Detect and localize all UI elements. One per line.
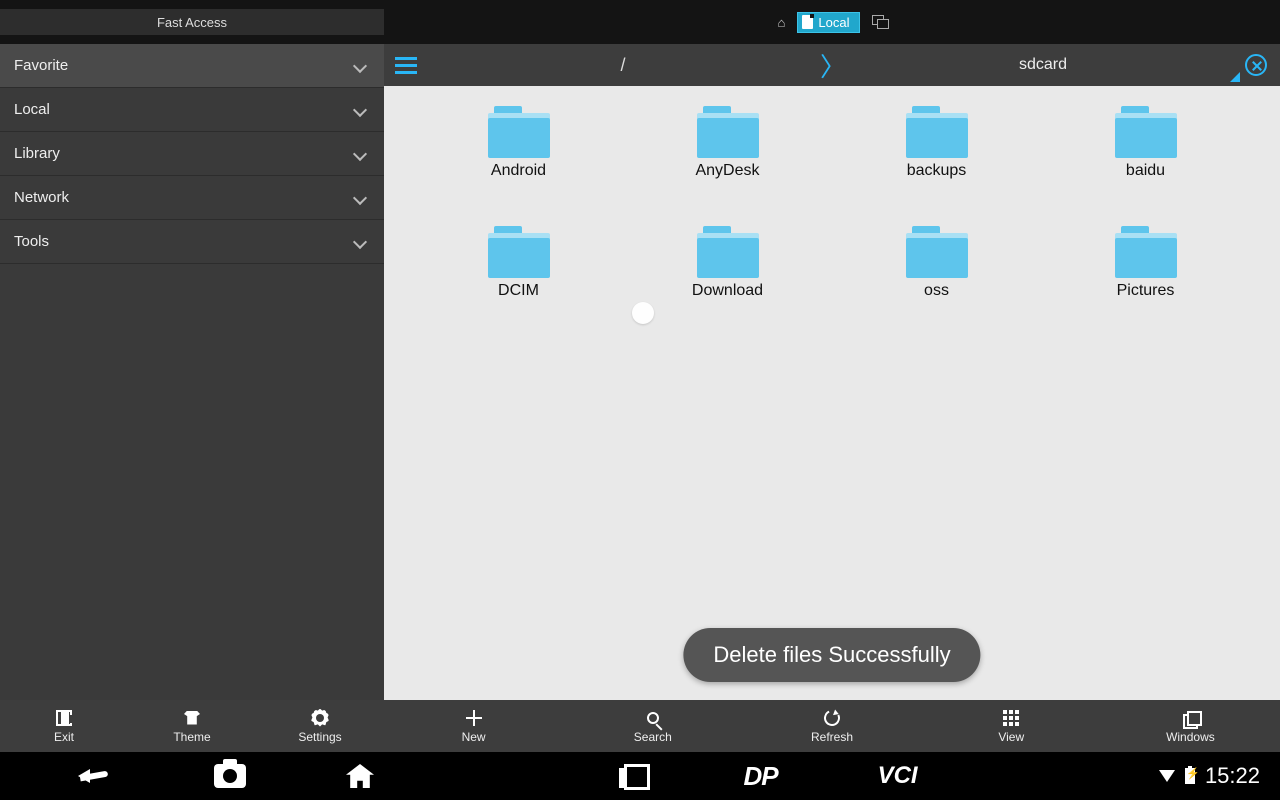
settings-button[interactable]: Settings: [256, 700, 384, 752]
toolbar-label: Refresh: [811, 730, 853, 744]
sidebar-item-label: Library: [14, 145, 60, 162]
back-button[interactable]: [80, 765, 114, 787]
folder-item[interactable]: Download: [623, 222, 832, 342]
folder-label: baidu: [1126, 162, 1165, 180]
folder-item[interactable]: Pictures: [1041, 222, 1250, 342]
battery-charging-icon: [1185, 768, 1195, 784]
grid-icon: [1003, 710, 1019, 726]
folder-label: oss: [924, 282, 949, 300]
system-navbar: DP VCI 15:22: [0, 752, 1280, 800]
folder-icon: [488, 106, 550, 156]
close-tab-button[interactable]: [1238, 47, 1274, 83]
exit-icon: [56, 710, 72, 726]
folder-icon: [488, 226, 550, 276]
refresh-icon: [822, 707, 843, 728]
plus-icon: [466, 710, 482, 726]
sidebar-list: Favorite Local Library Network Tools: [0, 44, 384, 700]
toolbar-label: View: [998, 730, 1024, 744]
tab-strip: ⌂ Local: [384, 0, 1280, 44]
folder-label: Download: [692, 282, 763, 300]
sidebar-item-tools[interactable]: Tools: [0, 220, 384, 264]
toolbar-label: Exit: [54, 730, 74, 744]
folder-item[interactable]: AnyDesk: [623, 102, 832, 222]
chevron-down-icon: [352, 233, 370, 251]
folder-item[interactable]: oss: [832, 222, 1041, 342]
loading-indicator: [632, 302, 654, 324]
theme-icon: [184, 711, 200, 725]
fast-access-header: Fast Access: [0, 9, 384, 35]
clock: 15:22: [1205, 763, 1260, 789]
vci-logo-icon[interactable]: VCI: [878, 762, 918, 790]
new-button[interactable]: New: [384, 700, 563, 752]
toolbar-label: Search: [634, 730, 672, 744]
windows-icon: [1183, 711, 1197, 725]
search-button[interactable]: Search: [563, 700, 742, 752]
folder-label: Android: [491, 162, 546, 180]
folder-icon: [1115, 106, 1177, 156]
refresh-button[interactable]: Refresh: [742, 700, 921, 752]
tab-local[interactable]: Local: [797, 12, 860, 33]
camera-button[interactable]: [214, 764, 246, 788]
tab-label: Local: [818, 15, 849, 30]
folder-item[interactable]: DCIM: [414, 222, 623, 342]
folder-label: AnyDesk: [695, 162, 759, 180]
folder-label: DCIM: [498, 282, 539, 300]
folder-icon: [697, 106, 759, 156]
path-bar: / 〉 sdcard: [384, 44, 1280, 86]
wifi-icon: [1159, 770, 1175, 782]
toast-message: Delete files Successfully: [683, 628, 980, 682]
sidebar: Fast Access Favorite Local Library Netwo…: [0, 0, 384, 700]
theme-button[interactable]: Theme: [128, 700, 256, 752]
sidebar-item-network[interactable]: Network: [0, 176, 384, 220]
chevron-down-icon: [352, 101, 370, 119]
home-icon[interactable]: ⌂: [778, 15, 786, 30]
toolbar-label: Theme: [173, 730, 210, 744]
chevron-down-icon: [352, 57, 370, 75]
folder-item[interactable]: baidu: [1041, 102, 1250, 222]
sidebar-item-label: Favorite: [14, 57, 68, 74]
close-icon: [1245, 54, 1267, 76]
folder-icon: [697, 226, 759, 276]
sidebar-item-label: Local: [14, 101, 50, 118]
gear-icon: [311, 709, 329, 727]
home-button[interactable]: [346, 764, 374, 788]
toolbar-label: New: [462, 730, 486, 744]
hamburger-button[interactable]: [384, 44, 428, 86]
sidebar-item-label: Network: [14, 189, 69, 206]
devices-icon[interactable]: [872, 15, 886, 29]
folder-label: Pictures: [1117, 282, 1175, 300]
folder-icon: [906, 106, 968, 156]
breadcrumb-separator: 〉: [818, 47, 848, 84]
sidebar-item-library[interactable]: Library: [0, 132, 384, 176]
dp-logo-icon[interactable]: DP: [743, 761, 777, 792]
files-grid: Android AnyDesk backups baidu DCIM: [384, 86, 1280, 700]
sidebar-item-label: Tools: [14, 233, 49, 250]
main-panel: ⌂ Local / 〉 sdcard Android: [384, 0, 1280, 700]
app-toolbar: Exit Theme Settings New Search Refr: [0, 700, 1280, 752]
folder-icon: [906, 226, 968, 276]
toolbar-label: Windows: [1166, 730, 1215, 744]
chevron-down-icon: [352, 189, 370, 207]
folder-item[interactable]: Android: [414, 102, 623, 222]
toolbar-label: Settings: [298, 730, 341, 744]
sidebar-item-favorite[interactable]: Favorite: [0, 44, 384, 88]
breadcrumb-root[interactable]: /: [428, 55, 818, 76]
folder-label: backups: [907, 162, 967, 180]
folder-item[interactable]: backups: [832, 102, 1041, 222]
chevron-down-icon: [352, 145, 370, 163]
folder-icon: [1115, 226, 1177, 276]
search-icon: [647, 712, 659, 724]
exit-button[interactable]: Exit: [0, 700, 128, 752]
recent-apps-button[interactable]: [619, 764, 643, 788]
sdcard-icon: [802, 15, 813, 29]
breadcrumb-current[interactable]: sdcard: [848, 56, 1238, 74]
windows-button[interactable]: Windows: [1101, 700, 1280, 752]
view-button[interactable]: View: [922, 700, 1101, 752]
sidebar-topbar: Fast Access: [0, 0, 384, 44]
sidebar-item-local[interactable]: Local: [0, 88, 384, 132]
resize-corner-icon[interactable]: [1230, 72, 1240, 82]
